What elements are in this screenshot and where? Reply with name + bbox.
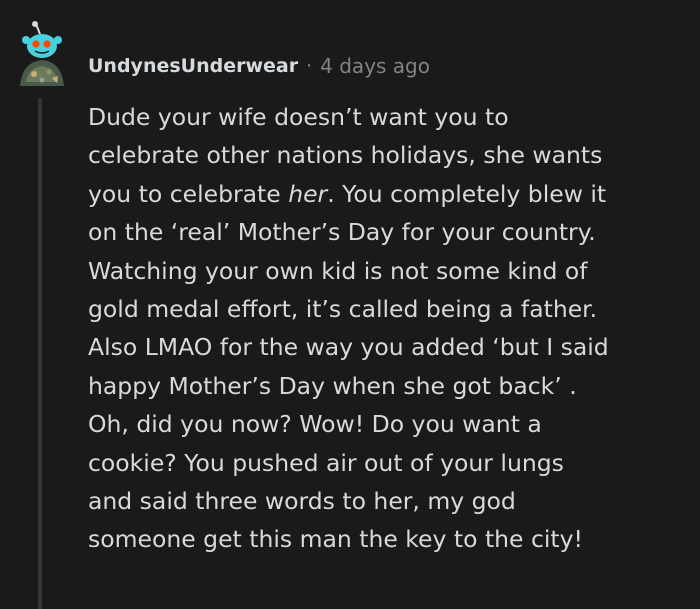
comment-body-text: you to celebrate bbox=[88, 179, 289, 208]
thread-collapse-line[interactable] bbox=[38, 98, 42, 609]
comment-body-line: celebrate other nations holidays, she wa… bbox=[88, 141, 603, 170]
comment-header: UndynesUnderwear · 4 days ago bbox=[88, 50, 430, 82]
comment-body-line: Oh, did you now? Wow! Do you want a bbox=[88, 410, 542, 439]
snoo-avatar-icon bbox=[20, 21, 64, 86]
username-link[interactable]: UndynesUnderwear bbox=[88, 55, 298, 77]
comment-body-line: you to celebrate her. You completely ble… bbox=[88, 175, 688, 213]
comment-body-line: someone get this man the key to the city… bbox=[88, 525, 583, 554]
comment-body-line: and said three words to her, my god bbox=[88, 487, 516, 516]
emphasized-text: her bbox=[288, 179, 328, 208]
comment-body-line: Dude your wife doesn’t want you to bbox=[88, 103, 509, 131]
meta-separator: · bbox=[306, 55, 313, 77]
comment-body-text: . You completely blew it bbox=[327, 179, 607, 208]
comment-body-line: gold medal effort, it’s called being a f… bbox=[88, 295, 598, 324]
comment-body: Dude your wife doesn’t want you to celeb… bbox=[88, 98, 688, 559]
comment-body-line: happy Mother’s Day when she got back’ . bbox=[88, 371, 577, 400]
comment-timestamp[interactable]: 4 days ago bbox=[320, 54, 430, 78]
comment-body-line: Also LMAO for the way you added ‘but I s… bbox=[88, 333, 609, 362]
comment: UndynesUnderwear · 4 days ago Dude your … bbox=[0, 0, 700, 609]
comment-body-line: Watching your own kid is not some kind o… bbox=[88, 256, 588, 285]
comment-body-line: on the ‘real’ Mother’s Day for your coun… bbox=[88, 218, 596, 247]
user-avatar[interactable] bbox=[12, 20, 76, 90]
comment-body-line: cookie? You pushed air out of your lungs bbox=[88, 448, 564, 477]
